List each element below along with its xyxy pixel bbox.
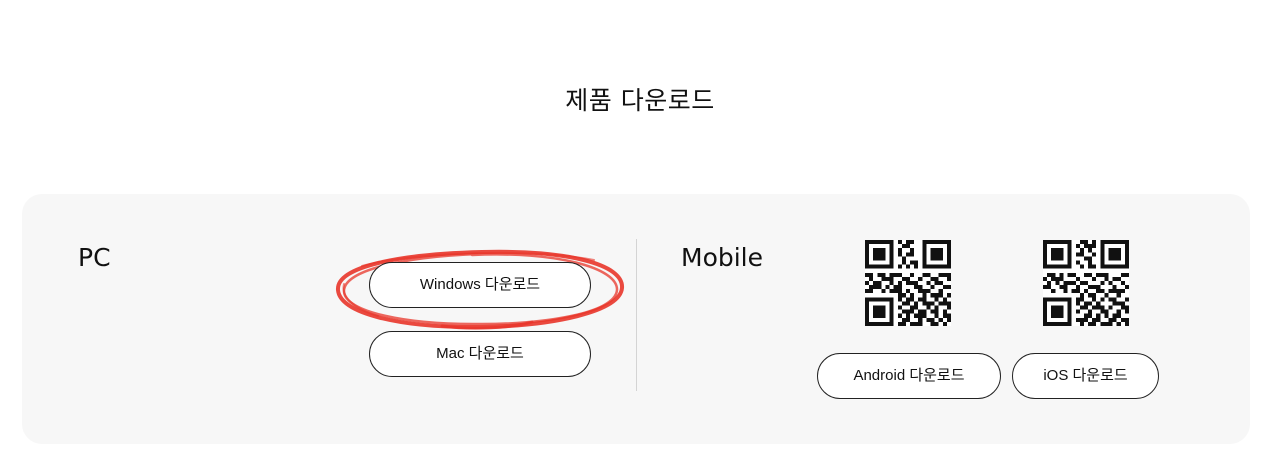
windows-download-button[interactable]: Windows 다운로드 — [369, 262, 591, 308]
pc-section-label: PC — [78, 243, 111, 272]
section-divider — [636, 239, 637, 391]
android-qr-code-icon — [865, 240, 951, 326]
download-page: 제품 다운로드 PC Windows 다운로드 Mac 다운로드 Mobile — [0, 0, 1280, 472]
ios-qr-code-icon — [1043, 240, 1129, 326]
mobile-section-label: Mobile — [681, 243, 764, 272]
page-title: 제품 다운로드 — [565, 86, 715, 115]
android-download-button[interactable]: Android 다운로드 — [817, 353, 1001, 399]
mac-download-button[interactable]: Mac 다운로드 — [369, 331, 591, 377]
ios-download-button[interactable]: iOS 다운로드 — [1012, 353, 1159, 399]
download-panel: PC Windows 다운로드 Mac 다운로드 Mobile Android … — [22, 194, 1250, 444]
